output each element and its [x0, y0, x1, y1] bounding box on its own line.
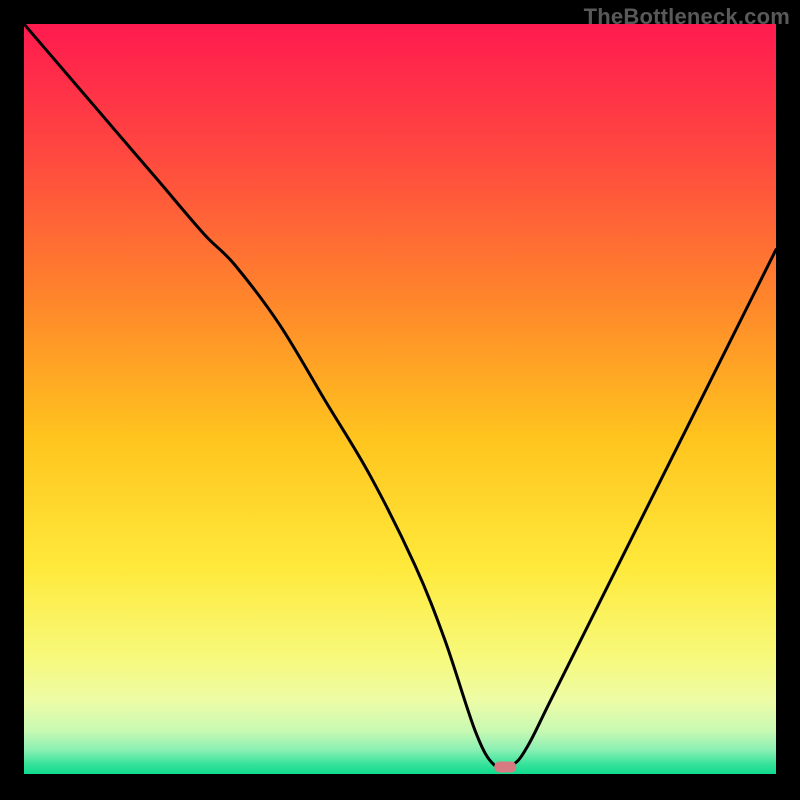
bottleneck-chart [24, 24, 776, 776]
chart-frame: TheBottleneck.com [0, 0, 800, 800]
plot-area [24, 24, 776, 776]
heat-gradient-background [24, 24, 776, 776]
optimal-point-marker [494, 762, 516, 773]
watermark-text: TheBottleneck.com [584, 4, 790, 30]
